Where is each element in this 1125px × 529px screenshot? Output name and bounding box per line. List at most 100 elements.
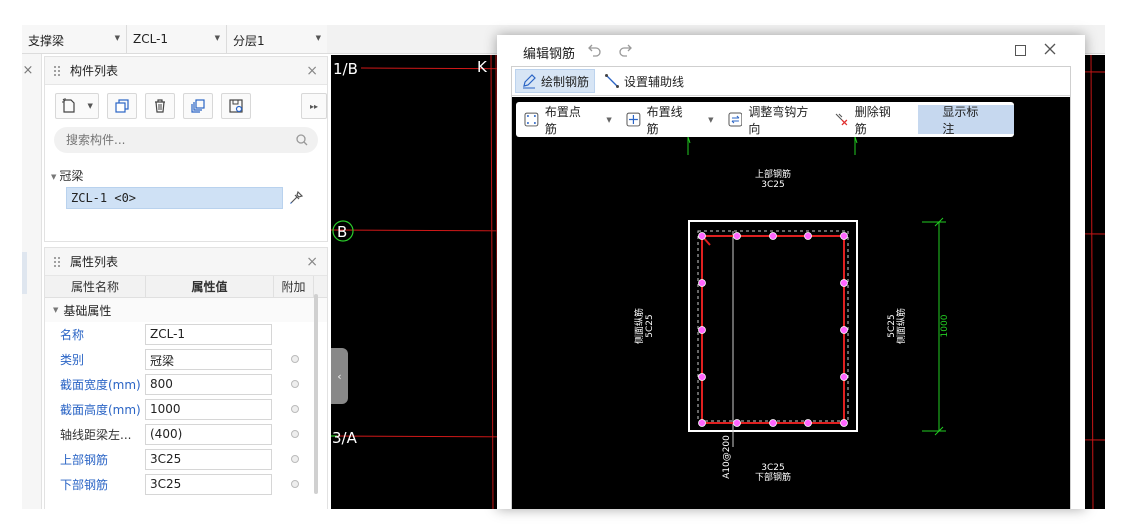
layers-copy-icon <box>191 99 205 113</box>
tree-group-label: 冠梁 <box>59 169 84 183</box>
property-name: 上部钢筋 <box>60 453 109 467</box>
copy-icon <box>115 99 129 113</box>
close-icon[interactable] <box>1042 41 1058 57</box>
property-group-label: 基础属性 <box>63 303 112 318</box>
close-icon[interactable]: × <box>306 63 318 79</box>
top-rebar-label: 上部钢筋 <box>755 168 791 180</box>
extra-checkbox[interactable] <box>291 405 299 413</box>
copy-button[interactable] <box>107 93 137 119</box>
tab-aux-line[interactable]: 设置辅助线 <box>599 69 689 93</box>
property-value-input[interactable]: 1000 <box>145 399 272 420</box>
property-row-axis-offset: 轴线距梁左... (400) <box>45 422 327 447</box>
property-row-top-rebar: 上部钢筋 3C25 <box>45 447 327 472</box>
property-value-input[interactable]: 800 <box>145 374 272 395</box>
extra-checkbox[interactable] <box>291 455 299 463</box>
drag-grip-icon[interactable] <box>53 255 61 268</box>
layer-dropdown[interactable]: 分层1 ▼ <box>227 25 327 54</box>
property-list-header: 属性列表 × <box>45 248 327 276</box>
chevron-down-icon: ▼ <box>114 34 120 42</box>
dialog-content: 绘制钢筋 设置辅助线 布置点筋 ▼ 布置线筋 ▼ 调整弯钩方向 删除钢筋 显示标… <box>511 66 1071 509</box>
delete-button[interactable] <box>145 93 175 119</box>
dimension-text: 1000 <box>940 314 950 337</box>
pick-component-icon[interactable] <box>287 189 305 207</box>
property-value-input[interactable]: (400) <box>145 424 272 445</box>
tree-group-guanliang[interactable]: ▼ 冠梁 <box>51 167 83 184</box>
col-header-extra: 附加 <box>274 276 314 297</box>
component-settings-button[interactable] <box>221 93 251 119</box>
property-scrollbar[interactable] <box>314 294 318 494</box>
component-toolbar: ▼ ▸▸ <box>55 93 327 119</box>
caret-down-icon: ▼ <box>51 172 57 181</box>
close-icon[interactable]: × <box>22 63 34 78</box>
component-dropdown-value: ZCL-1 <box>133 32 169 46</box>
type-dropdown-value: 支撑梁 <box>28 34 65 48</box>
axis-label: K <box>477 58 488 76</box>
undo-icon[interactable] <box>587 43 603 57</box>
type-dropdown[interactable]: 支撑梁 ▼ <box>22 25 127 54</box>
right-side-rebar-value: 5C25 <box>887 314 897 337</box>
aux-line-icon <box>605 74 620 88</box>
left-side-rebar-value: 5C25 <box>645 314 655 337</box>
left-side-rebar-label: 侧面纵筋 <box>633 308 645 344</box>
property-name: 截面高度(mm) <box>60 403 141 417</box>
pencil-icon <box>523 74 536 89</box>
component-dropdown[interactable]: ZCL-1 ▼ <box>127 25 227 54</box>
property-name: 轴线距梁左... <box>60 428 132 442</box>
property-name: 下部钢筋 <box>60 478 109 492</box>
search-icon[interactable] <box>295 133 309 147</box>
property-value-input[interactable]: 3C25 <box>145 449 272 470</box>
save-settings-icon <box>229 99 243 113</box>
component-list-title: 构件列表 <box>70 64 119 78</box>
property-name: 类别 <box>60 353 85 367</box>
top-rebar-value: 3C25 <box>761 180 784 190</box>
component-list-header: 构件列表 × <box>45 57 327 85</box>
extra-checkbox[interactable] <box>291 430 299 438</box>
property-list-title: 属性列表 <box>70 255 119 269</box>
rebar-section-drawing: 1000 上部钢筋 3C25 3C25 下部钢筋 侧面纵筋 5C25 5C25 … <box>633 136 950 483</box>
chevron-down-icon: ▼ <box>315 34 321 42</box>
property-row-height: 截面高度(mm) 1000 <box>45 397 327 422</box>
more-button[interactable]: ▸▸ <box>301 93 327 119</box>
rebar-drawing-area[interactable]: 布置点筋 ▼ 布置线筋 ▼ 调整弯钩方向 删除钢筋 显示标注 1000 上部钢筋… <box>512 97 1070 509</box>
redo-icon[interactable] <box>617 43 633 57</box>
tree-item-zcl-1[interactable]: ZCL-1 <0> <box>66 187 283 209</box>
duplicate-layer-button[interactable] <box>183 93 213 119</box>
property-name: 名称 <box>60 328 85 342</box>
stirrup-label: A10@200 <box>722 435 732 479</box>
bottom-rebar-value: 3C25 <box>761 463 784 473</box>
property-table: 属性名称 属性值 附加 ▼ 基础属性 名称 ZCL-1 类别 冠梁 截面宽度(m… <box>45 276 327 497</box>
axis-label: B <box>337 223 347 241</box>
left-dock-strip: × <box>22 54 42 509</box>
extra-checkbox[interactable] <box>291 380 299 388</box>
axis-label: 3/A <box>332 429 358 447</box>
close-icon[interactable]: × <box>306 254 318 270</box>
property-value-input[interactable]: 冠梁 <box>145 349 272 370</box>
col-header-value: 属性值 <box>146 276 274 297</box>
component-search-input[interactable] <box>54 127 318 153</box>
extra-checkbox[interactable] <box>291 355 299 363</box>
chevron-down-icon: ▼ <box>87 102 93 110</box>
property-table-header: 属性名称 属性值 附加 <box>45 276 327 298</box>
dock-tab[interactable] <box>22 252 27 294</box>
property-value-input[interactable]: 3C25 <box>145 474 272 495</box>
property-value-input[interactable]: ZCL-1 <box>145 324 272 345</box>
property-row-width: 截面宽度(mm) 800 <box>45 372 327 397</box>
top-filter-bar: 支撑梁 ▼ ZCL-1 ▼ 分层1 ▼ <box>22 25 327 54</box>
edit-rebar-dialog: 编辑钢筋 绘制钢筋 设置辅助线 布置点筋 ▼ 布置线筋 ▼ 调整弯钩方向 删除钢… <box>497 35 1085 509</box>
extra-checkbox[interactable] <box>291 480 299 488</box>
layer-dropdown-value: 分层1 <box>233 34 265 48</box>
tab-draw-rebar[interactable]: 绘制钢筋 <box>515 69 596 93</box>
collapse-panel-button[interactable]: ‹ <box>331 348 348 404</box>
property-list-panel: 属性列表 × 属性名称 属性值 附加 ▼ 基础属性 名称 ZCL-1 类别 冠梁… <box>44 247 328 509</box>
chevron-down-icon: ▼ <box>214 34 220 42</box>
property-row-name: 名称 ZCL-1 <box>45 322 327 347</box>
property-group-basic[interactable]: ▼ 基础属性 <box>45 298 327 322</box>
property-row-category: 类别 冠梁 <box>45 347 327 372</box>
maximize-icon[interactable] <box>1015 45 1026 56</box>
right-side-rebar-label: 侧面纵筋 <box>895 308 907 344</box>
col-header-name: 属性名称 <box>45 276 146 297</box>
new-component-button[interactable]: ▼ <box>55 93 99 119</box>
tab-draw-rebar-label: 绘制钢筋 <box>541 74 590 89</box>
dialog-title: 编辑钢筋 <box>523 47 576 62</box>
drag-grip-icon[interactable] <box>53 64 61 77</box>
